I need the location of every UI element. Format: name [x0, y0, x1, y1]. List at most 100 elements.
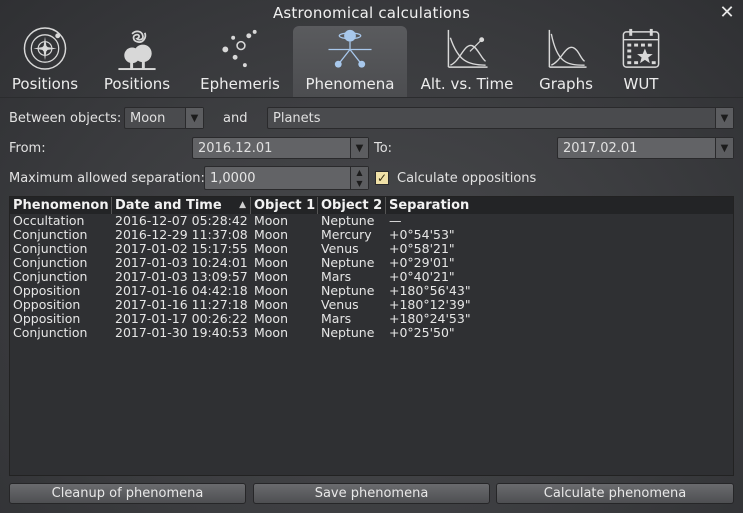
- object1-value: Moon: [130, 110, 166, 126]
- phenomena-table[interactable]: Phenomenon Date and Time ▲ Object 1 Obje…: [9, 196, 734, 476]
- cell-object1: Moon: [254, 298, 289, 312]
- cell-separation: +0°58'21": [389, 242, 455, 256]
- cell-separation: +180°24'53": [389, 312, 471, 326]
- cell-object2: Mercury: [321, 228, 372, 242]
- table-row[interactable]: Opposition 2017-01-17 00:26:22 Moon Mars +18…: [10, 312, 733, 326]
- spin-arrows-icon[interactable]: ▲ ▼: [350, 167, 368, 189]
- cell-object1: Moon: [254, 312, 289, 326]
- table-body: Occultation 2016-12-07 05:28:42 Moon Neptun…: [10, 214, 733, 340]
- cell-separation: +0°54'53": [389, 228, 455, 242]
- header-separation[interactable]: Separation: [386, 197, 733, 214]
- object1-select[interactable]: Moon ▼: [124, 107, 204, 129]
- cell-phenomenon: Opposition: [13, 284, 81, 298]
- table-row[interactable]: Conjunction 2017-01-03 10:24:01 Moon Neptun…: [10, 256, 733, 270]
- tab-positions-sky[interactable]: Positions: [92, 26, 182, 97]
- to-date-value: 2017.02.01: [563, 140, 638, 156]
- cell-object1: Moon: [254, 326, 289, 340]
- object2-value: Planets: [273, 110, 321, 126]
- window-title: Astronomical calculations: [272, 4, 471, 22]
- calculate-phenomena-button[interactable]: Calculate phenomena: [496, 483, 734, 504]
- cell-separation: —: [389, 214, 402, 228]
- galaxy-tree-icon: [118, 30, 156, 71]
- chevron-down-icon[interactable]: ▼: [715, 108, 733, 128]
- tab-graphs[interactable]: Graphs: [530, 26, 602, 97]
- tab-label: Phenomena: [305, 75, 395, 93]
- table-row[interactable]: Conjunction 2016-12-29 11:37:08 Moon Mercur…: [10, 228, 733, 242]
- cell-object2: Mars: [321, 312, 352, 326]
- to-date-field[interactable]: 2017.02.01 ▼: [557, 137, 734, 159]
- tab-bar: Positions Positions Ephemeris Phenomena …: [0, 26, 743, 97]
- calculate-oppositions-label: Calculate oppositions: [397, 171, 537, 186]
- table-row[interactable]: Conjunction 2017-01-02 15:17:55 Moon Venus +…: [10, 242, 733, 256]
- chevron-down-icon[interactable]: ▼: [185, 108, 203, 128]
- cell-object1: Moon: [254, 284, 289, 298]
- cell-separation: +0°29'01": [389, 256, 455, 270]
- cell-object2: Neptune: [321, 326, 375, 340]
- tab-label: Graphs: [539, 75, 593, 93]
- cell-phenomenon: Opposition: [13, 312, 81, 326]
- cell-object2: Neptune: [321, 284, 375, 298]
- tab-positions-solar[interactable]: Positions: [2, 26, 88, 97]
- cell-date-time: 2016-12-07 05:28:42: [115, 214, 248, 228]
- cell-phenomenon: Conjunction: [13, 326, 88, 340]
- from-date-field[interactable]: 2016.12.01 ▼: [192, 137, 369, 159]
- object2-select[interactable]: Planets ▼: [267, 107, 734, 129]
- ephemeris-dots-icon: [222, 29, 257, 68]
- cell-phenomenon: Conjunction: [13, 228, 88, 242]
- cell-object1: Moon: [254, 256, 289, 270]
- tab-label: WUT: [623, 75, 659, 93]
- table-header: Phenomenon Date and Time ▲ Object 1 Obje…: [10, 197, 733, 214]
- table-row[interactable]: Opposition 2017-01-16 04:42:18 Moon Neptune…: [10, 284, 733, 298]
- table-row[interactable]: Occultation 2016-12-07 05:28:42 Moon Neptun…: [10, 214, 733, 228]
- cell-phenomenon: Conjunction: [13, 242, 88, 256]
- cell-object1: Moon: [254, 228, 289, 242]
- header-phenomenon[interactable]: Phenomenon: [10, 197, 112, 214]
- cleanup-phenomena-button[interactable]: Cleanup of phenomena: [9, 483, 246, 504]
- table-row[interactable]: Opposition 2017-01-16 11:27:18 Moon Venus +1…: [10, 298, 733, 312]
- cell-object2: Mars: [321, 270, 352, 284]
- header-date-time[interactable]: Date and Time ▲: [112, 197, 251, 214]
- tab-phenomena[interactable]: Phenomena: [293, 26, 407, 97]
- max-separation-spinbox[interactable]: 1,0000 ▲ ▼: [204, 166, 369, 190]
- graphs-icon: [548, 29, 587, 68]
- cell-separation: +0°25'50": [389, 326, 455, 340]
- max-separation-value: 1,0000: [210, 170, 256, 186]
- cell-object2: Venus: [321, 298, 359, 312]
- cell-date-time: 2017-01-17 00:26:22: [115, 312, 248, 326]
- and-label: and: [223, 111, 248, 126]
- cell-separation: +180°12'39": [389, 298, 471, 312]
- cell-object1: Moon: [254, 242, 289, 256]
- from-label: From:: [9, 141, 46, 156]
- tab-ephemeris[interactable]: Ephemeris: [192, 26, 288, 97]
- solar-system-icon: [23, 27, 67, 70]
- cell-object2: Neptune: [321, 214, 375, 228]
- cell-object2: Venus: [321, 242, 359, 256]
- save-phenomena-button[interactable]: Save phenomena: [253, 483, 490, 504]
- cell-date-time: 2017-01-03 10:24:01: [115, 256, 248, 270]
- cell-date-time: 2017-01-02 15:17:55: [115, 242, 248, 256]
- cell-phenomenon: Conjunction: [13, 270, 88, 284]
- header-object1[interactable]: Object 1: [251, 197, 318, 214]
- table-row[interactable]: Conjunction 2017-01-30 19:40:53 Moon Neptun…: [10, 326, 733, 340]
- title-bar: Astronomical calculations ✕: [0, 0, 743, 26]
- cell-phenomenon: Occultation: [13, 214, 85, 228]
- cell-date-time: 2017-01-30 19:40:53: [115, 326, 248, 340]
- header-object2[interactable]: Object 2: [318, 197, 386, 214]
- tab-label: Positions: [103, 75, 171, 93]
- chevron-down-icon[interactable]: ▼: [715, 138, 733, 158]
- header-date-time-label: Date and Time: [115, 198, 222, 213]
- cell-date-time: 2017-01-16 04:42:18: [115, 284, 248, 298]
- sort-ascending-icon: ▲: [239, 200, 246, 210]
- tab-alt-vs-time[interactable]: Alt. vs. Time: [412, 26, 522, 97]
- max-separation-label: Maximum allowed separation:: [9, 171, 205, 186]
- cell-date-time: 2016-12-29 11:37:08: [115, 228, 248, 242]
- tab-label: Positions: [11, 75, 79, 93]
- between-objects-label: Between objects:: [9, 111, 122, 126]
- cell-phenomenon: Conjunction: [13, 256, 88, 270]
- cell-separation: +180°56'43": [389, 284, 471, 298]
- close-icon[interactable]: ✕: [717, 3, 737, 23]
- tab-wut[interactable]: WUT: [608, 26, 674, 97]
- calculate-oppositions-checkbox[interactable]: ✓: [375, 171, 389, 185]
- chevron-down-icon[interactable]: ▼: [350, 138, 368, 158]
- table-row[interactable]: Conjunction 2017-01-03 13:09:57 Moon Mars +0…: [10, 270, 733, 284]
